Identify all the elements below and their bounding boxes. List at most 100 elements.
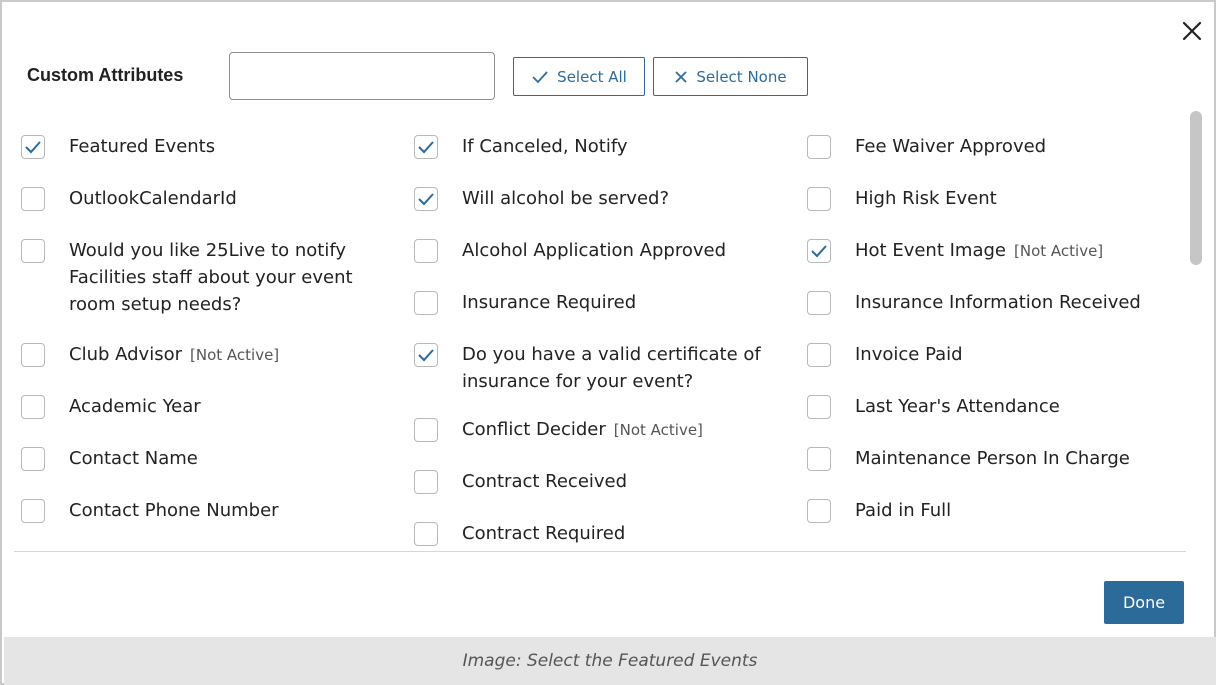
attribute-label-wrap: Would you like 25Live to notify Faciliti… xyxy=(69,237,389,318)
attribute-label: Paid in Full xyxy=(855,500,952,521)
attribute-option[interactable]: Would you like 25Live to notify Faciliti… xyxy=(21,214,389,318)
attribute-option[interactable]: If Canceled, Notify xyxy=(414,110,782,160)
attribute-option[interactable]: High Risk Event xyxy=(807,162,1175,212)
attribute-option[interactable]: Contract Required xyxy=(414,497,782,547)
not-active-tag: [Not Active] xyxy=(1014,242,1104,260)
x-icon xyxy=(675,70,688,83)
image-caption: Image: Select the Featured Events xyxy=(462,651,758,671)
attribute-checkbox[interactable] xyxy=(807,135,831,159)
done-button[interactable]: Done xyxy=(1104,581,1184,624)
caption-bar: Image: Select the Featured Events xyxy=(4,637,1216,685)
attribute-label: Contract Received xyxy=(462,471,628,492)
attribute-label: Do you have a valid certificate of insur… xyxy=(462,344,761,392)
attribute-label: Will alcohol be served? xyxy=(462,188,669,209)
attribute-option[interactable]: Fee Waiver Approved xyxy=(807,110,1175,160)
attribute-label-wrap: Maintenance Person In Charge xyxy=(855,445,1175,472)
attribute-label: Contract Required xyxy=(462,523,626,544)
attribute-checkbox[interactable] xyxy=(414,418,438,442)
attribute-label-wrap: Conflict Decider [Not Active] xyxy=(462,416,782,443)
attribute-option[interactable]: Contact Phone Number xyxy=(21,474,389,524)
dialog-title: Custom Attributes xyxy=(27,65,184,85)
attributes-dialog: Custom Attributes Select All Select None… xyxy=(0,0,1216,685)
attribute-checkbox[interactable] xyxy=(414,135,438,159)
attribute-checkbox[interactable] xyxy=(414,522,438,546)
attribute-label: Insurance Information Received xyxy=(855,292,1141,313)
attribute-label-wrap: Contract Required xyxy=(462,520,782,547)
attribute-option[interactable]: Paid in Full xyxy=(807,474,1175,524)
scrollbar-thumb[interactable] xyxy=(1190,111,1202,265)
attribute-checkbox[interactable] xyxy=(414,470,438,494)
not-active-tag: [Not Active] xyxy=(613,421,703,439)
attribute-label-wrap: Club Advisor [Not Active] xyxy=(69,341,389,368)
attribute-label: Featured Events xyxy=(69,136,216,157)
attribute-option[interactable]: Club Advisor [Not Active] xyxy=(21,318,389,368)
attribute-checkbox[interactable] xyxy=(414,187,438,211)
attribute-label-wrap: OutlookCalendarId xyxy=(69,185,389,212)
not-active-tag: [Not Active] xyxy=(190,346,280,364)
attribute-label: Fee Waiver Approved xyxy=(855,136,1047,157)
attribute-option[interactable]: Maintenance Person In Charge xyxy=(807,422,1175,472)
attribute-checkbox[interactable] xyxy=(807,291,831,315)
attribute-checkbox[interactable] xyxy=(807,343,831,367)
attribute-checkbox[interactable] xyxy=(807,187,831,211)
select-all-button[interactable]: Select All xyxy=(513,57,645,96)
attribute-label-wrap: If Canceled, Notify xyxy=(462,133,782,160)
attribute-label-wrap: Paid in Full xyxy=(855,497,1175,524)
attribute-label-wrap: Contact Name xyxy=(69,445,389,472)
attribute-checkbox[interactable] xyxy=(21,395,45,419)
attribute-search-input[interactable] xyxy=(229,52,495,100)
attribute-option[interactable]: Invoice Paid xyxy=(807,318,1175,368)
attribute-label: OutlookCalendarId xyxy=(69,188,237,209)
attribute-option[interactable]: Insurance Required xyxy=(414,266,782,316)
attribute-checkbox[interactable] xyxy=(414,239,438,263)
attribute-option[interactable]: Alcohol Application Approved xyxy=(414,214,782,264)
attribute-option[interactable]: Last Year's Attendance xyxy=(807,370,1175,420)
attribute-checkbox[interactable] xyxy=(807,395,831,419)
select-none-button[interactable]: Select None xyxy=(653,57,808,96)
attribute-checkbox[interactable] xyxy=(21,135,45,159)
checkmark-icon xyxy=(811,245,827,258)
attribute-option[interactable]: Will alcohol be served? xyxy=(414,162,782,212)
attribute-option[interactable]: Academic Year xyxy=(21,370,389,420)
attribute-option[interactable]: Do you have a valid certificate of insur… xyxy=(414,318,782,395)
attribute-label-wrap: Academic Year xyxy=(69,393,389,420)
attribute-label: Insurance Required xyxy=(462,292,637,313)
attribute-option[interactable]: Contract Received xyxy=(414,445,782,495)
checkmark-icon xyxy=(418,193,434,206)
attribute-option[interactable]: Conflict Decider [Not Active] xyxy=(414,393,782,443)
attribute-option[interactable]: Contact Name xyxy=(21,422,389,472)
select-none-label: Select None xyxy=(696,67,787,86)
attribute-checkbox[interactable] xyxy=(414,343,438,367)
attribute-checkbox[interactable] xyxy=(807,447,831,471)
attribute-label-wrap: Invoice Paid xyxy=(855,341,1175,368)
attribute-checkbox[interactable] xyxy=(807,239,831,263)
attribute-checkbox[interactable] xyxy=(21,447,45,471)
attribute-label: Would you like 25Live to notify Faciliti… xyxy=(69,240,353,315)
attribute-option[interactable]: Insurance Information Received xyxy=(807,266,1175,316)
checkmark-icon xyxy=(418,141,434,154)
list-scrollbar[interactable] xyxy=(1186,105,1206,552)
attribute-label-wrap: Do you have a valid certificate of insur… xyxy=(462,341,782,395)
attribute-checkbox[interactable] xyxy=(21,499,45,523)
attribute-label-wrap: Last Year's Attendance xyxy=(855,393,1175,420)
attribute-checkbox[interactable] xyxy=(414,291,438,315)
attribute-label: Alcohol Application Approved xyxy=(462,240,726,261)
attribute-option[interactable]: OutlookCalendarId xyxy=(21,162,389,212)
dialog-header: Custom Attributes Select All Select None xyxy=(2,2,1216,112)
attribute-label: Last Year's Attendance xyxy=(855,396,1060,417)
attribute-checkbox[interactable] xyxy=(807,499,831,523)
select-all-label: Select All xyxy=(557,67,627,86)
attribute-label-wrap: Contact Phone Number xyxy=(69,497,389,524)
attribute-label-wrap: Hot Event Image [Not Active] xyxy=(855,237,1175,264)
attribute-label: Academic Year xyxy=(69,396,201,417)
attribute-label-wrap: Insurance Required xyxy=(462,289,782,316)
attribute-label: High Risk Event xyxy=(855,188,997,209)
attribute-list: Featured Events OutlookCalendarId Would yo… xyxy=(14,110,1186,552)
attribute-checkbox[interactable] xyxy=(21,343,45,367)
attribute-option[interactable]: Hot Event Image [Not Active] xyxy=(807,214,1175,264)
attribute-checkbox[interactable] xyxy=(21,239,45,263)
attribute-option[interactable]: Featured Events xyxy=(21,110,389,160)
attribute-checkbox[interactable] xyxy=(21,187,45,211)
attribute-label-wrap: Alcohol Application Approved xyxy=(462,237,782,264)
attribute-label-wrap: Insurance Information Received xyxy=(855,289,1175,316)
